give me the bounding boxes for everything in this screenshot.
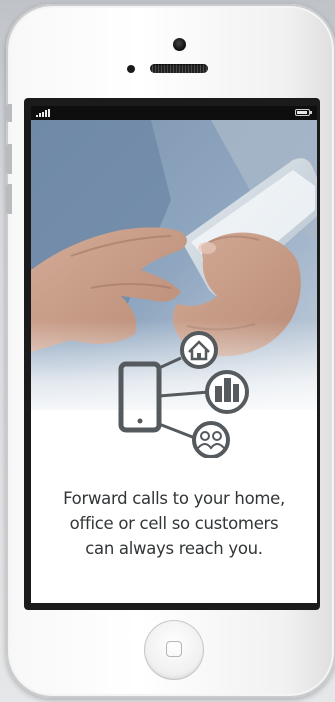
home-button-square-icon	[166, 641, 182, 657]
battery-icon	[295, 109, 312, 116]
caption-line: office or cell so customers	[69, 514, 279, 533]
volume-up-button	[6, 144, 12, 174]
status-bar	[31, 106, 317, 120]
product-showcase: Forward calls to your home, office or ce…	[0, 0, 335, 702]
front-camera-icon	[173, 38, 186, 51]
feature-caption: Forward calls to your home, office or ce…	[37, 486, 311, 561]
caption-line: Forward calls to your home,	[63, 489, 285, 508]
earpiece-speaker	[150, 64, 208, 73]
call-forwarding-diagram	[118, 331, 249, 458]
proximity-sensor	[127, 65, 135, 73]
home-icon	[180, 331, 218, 369]
mute-switch	[6, 104, 12, 122]
mobile-phone-icon	[118, 361, 162, 433]
volume-down-button	[6, 184, 12, 214]
people-icon	[192, 421, 230, 458]
office-building-icon	[205, 370, 249, 414]
phone-screen: Forward calls to your home, office or ce…	[31, 106, 317, 603]
home-button[interactable]	[144, 620, 204, 680]
signal-bars-icon	[36, 109, 50, 117]
caption-line: can always reach you.	[85, 539, 263, 558]
